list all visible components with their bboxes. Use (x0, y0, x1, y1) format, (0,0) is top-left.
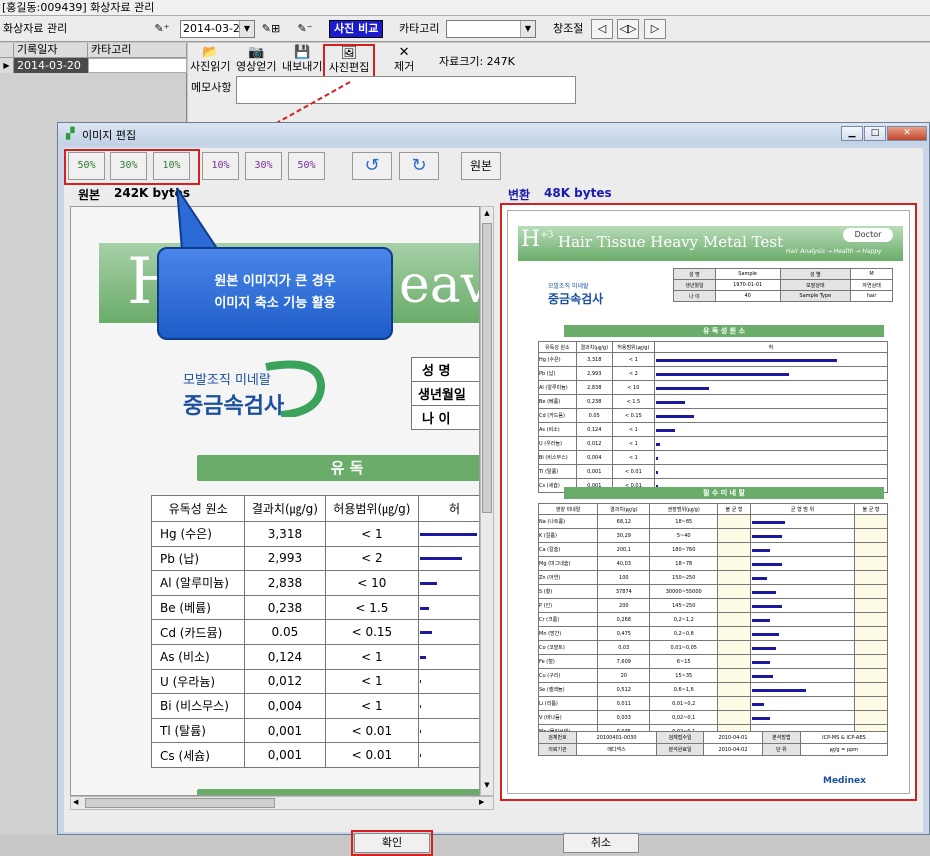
ok-button[interactable]: 확인 (354, 833, 430, 853)
callout-pointer (176, 187, 220, 251)
callout-line-2: 이미지 축소 기능 활용 (214, 296, 336, 311)
cancel-button[interactable]: 취소 (563, 833, 639, 853)
callout-line-1: 원본 이미지가 큰 경우 (214, 274, 336, 289)
callout-bubble: 원본 이미지가 큰 경우 이미지 축소 기능 활용 (157, 247, 393, 340)
callout-tail (176, 187, 220, 251)
